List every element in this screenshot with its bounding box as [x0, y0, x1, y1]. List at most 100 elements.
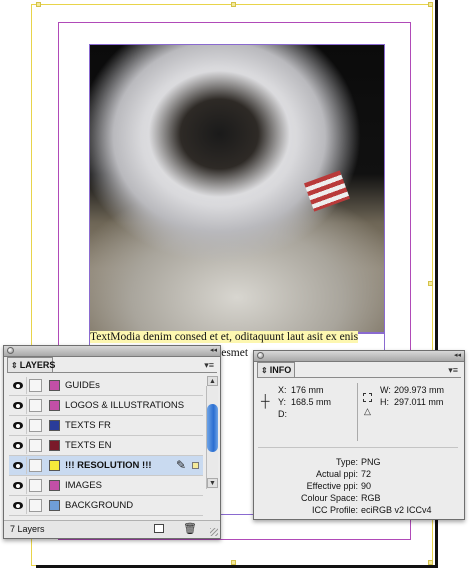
frame-handle[interactable] — [231, 560, 236, 565]
scroll-up-icon[interactable]: ▲ — [207, 376, 218, 386]
layer-row[interactable]: TEXTS EN — [9, 436, 203, 456]
panel-menu-icon[interactable]: ▾≡ — [448, 365, 458, 376]
tab-label: LAYERS — [19, 360, 56, 370]
eye-pupil — [16, 404, 20, 408]
tab-info[interactable]: ⇕ INFO — [257, 362, 295, 378]
visibility-toggle[interactable] — [9, 457, 27, 474]
layer-color-swatch — [49, 480, 60, 491]
visibility-toggle[interactable] — [9, 437, 27, 454]
layers-panel: ◂◂ ⇕ LAYERS ▾≡ GUIDEs LOGOS & ILLUSTRATION… — [3, 345, 221, 539]
resize-grip-icon[interactable] — [210, 528, 218, 536]
lock-toggle[interactable] — [29, 399, 42, 412]
eye-pupil — [16, 484, 20, 488]
d-label: D: — [278, 409, 287, 419]
info-divider — [258, 447, 458, 448]
scroll-thumb[interactable] — [207, 404, 218, 452]
tab-label: INFO — [269, 365, 292, 375]
visibility-toggle[interactable] — [9, 397, 27, 414]
crosshair-icon: ┼ — [261, 394, 270, 408]
lock-toggle[interactable] — [29, 459, 42, 472]
collapse-icon[interactable]: ◂◂ — [210, 346, 217, 356]
info-titlebar[interactable]: ◂◂ — [254, 351, 464, 362]
type-value: PNG — [361, 457, 381, 467]
y-value: 168.5 mm — [291, 397, 332, 407]
frame-handle[interactable] — [428, 281, 433, 286]
close-icon[interactable] — [257, 352, 264, 359]
layer-color-swatch — [49, 400, 60, 411]
layer-color-swatch — [49, 380, 60, 391]
body-line: TextModia denim consed et et, oditaquunt… — [90, 331, 359, 343]
pen-icon: ✎ — [176, 458, 187, 472]
layer-color-swatch — [49, 420, 60, 431]
tab-divider — [7, 372, 217, 373]
effective-ppi-label: Effective ppi: — [306, 481, 358, 491]
selection-indicator-icon[interactable] — [192, 462, 199, 469]
scroll-down-icon[interactable]: ▼ — [207, 478, 218, 488]
frame-handle[interactable] — [428, 2, 433, 7]
layer-row[interactable]: GUIDEs — [9, 376, 203, 396]
tab-arrows-icon: ⇕ — [261, 366, 268, 375]
tab-arrows-icon: ⇕ — [11, 361, 18, 370]
layer-row[interactable]: LOGOS & ILLUSTRATIONS — [9, 396, 203, 416]
icc-profile-label: ICC Profile: — [311, 505, 358, 515]
eye-pupil — [16, 504, 20, 508]
visibility-toggle[interactable] — [9, 417, 27, 434]
layer-name: TEXTS EN — [65, 440, 112, 451]
layer-name: BACKGROUND — [65, 500, 134, 511]
lock-toggle[interactable] — [29, 499, 42, 512]
effective-ppi-value: 90 — [361, 481, 372, 491]
layers-titlebar[interactable]: ◂◂ — [4, 346, 220, 357]
lock-toggle[interactable] — [29, 439, 42, 452]
lock-toggle[interactable] — [29, 379, 42, 392]
layer-count: 7 Layers — [10, 524, 45, 534]
x-label: X: — [278, 385, 287, 395]
layer-row[interactable]: TEXTS FR — [9, 416, 203, 436]
lock-toggle[interactable] — [29, 479, 42, 492]
frame-handle[interactable] — [36, 2, 41, 7]
trash-icon[interactable]: 🗑 — [183, 522, 197, 535]
layers-footer: 7 Layers 🗑 — [4, 520, 220, 538]
layer-row[interactable]: !!! RESOLUTION !!! ✎ — [9, 456, 203, 476]
eye-pupil — [16, 424, 20, 428]
layer-color-swatch — [49, 500, 60, 511]
actual-ppi-value: 72 — [361, 469, 372, 479]
h-value: 297.011 mm — [394, 397, 444, 407]
layer-name: TEXTS FR — [65, 420, 111, 431]
visibility-toggle[interactable] — [9, 477, 27, 494]
icc-profile-value: eciRGB v2 ICCv4 — [361, 505, 432, 515]
collapse-icon[interactable]: ◂◂ — [454, 351, 461, 361]
layer-row[interactable]: IMAGES — [9, 476, 203, 496]
w-label: W: — [380, 385, 391, 395]
frame-size-icon — [363, 393, 372, 402]
frame-handle[interactable] — [428, 560, 433, 565]
layer-name: IMAGES — [65, 480, 102, 491]
layer-name: GUIDEs — [65, 380, 100, 391]
layer-name: LOGOS & ILLUSTRATIONS — [65, 400, 185, 411]
w-value: 209.973 mm — [394, 385, 445, 395]
y-label: Y: — [278, 397, 287, 407]
visibility-toggle[interactable] — [9, 497, 27, 514]
h-label: H: — [380, 397, 389, 407]
colour-space-value: RGB — [361, 493, 381, 503]
layer-color-swatch — [49, 440, 60, 451]
frame-handle[interactable] — [231, 2, 236, 7]
visibility-toggle[interactable] — [9, 377, 27, 394]
tab-layers[interactable]: ⇕ LAYERS — [7, 357, 56, 373]
angle-icon: △ — [364, 406, 371, 416]
panel-menu-icon[interactable]: ▾≡ — [204, 360, 214, 371]
info-divider — [357, 383, 358, 421]
colour-space-label: Colour Space: — [300, 493, 358, 503]
eye-pupil — [16, 464, 20, 468]
page-edge-bottom — [36, 565, 438, 568]
info-panel: ◂◂ ⇕ INFO ▾≡ ┼ X: 176 mm Y: 168.5 mm D: △… — [253, 350, 465, 520]
close-icon[interactable] — [7, 347, 14, 354]
lock-toggle[interactable] — [29, 419, 42, 432]
eye-pupil — [16, 444, 20, 448]
eye-pupil — [16, 384, 20, 388]
actual-ppi-label: Actual ppi: — [315, 469, 358, 479]
layer-name: !!! RESOLUTION !!! — [65, 460, 152, 471]
x-value: 176 mm — [291, 385, 324, 395]
layer-row[interactable]: BACKGROUND — [9, 496, 203, 516]
new-layer-icon[interactable] — [154, 524, 164, 533]
tab-divider — [257, 377, 461, 378]
